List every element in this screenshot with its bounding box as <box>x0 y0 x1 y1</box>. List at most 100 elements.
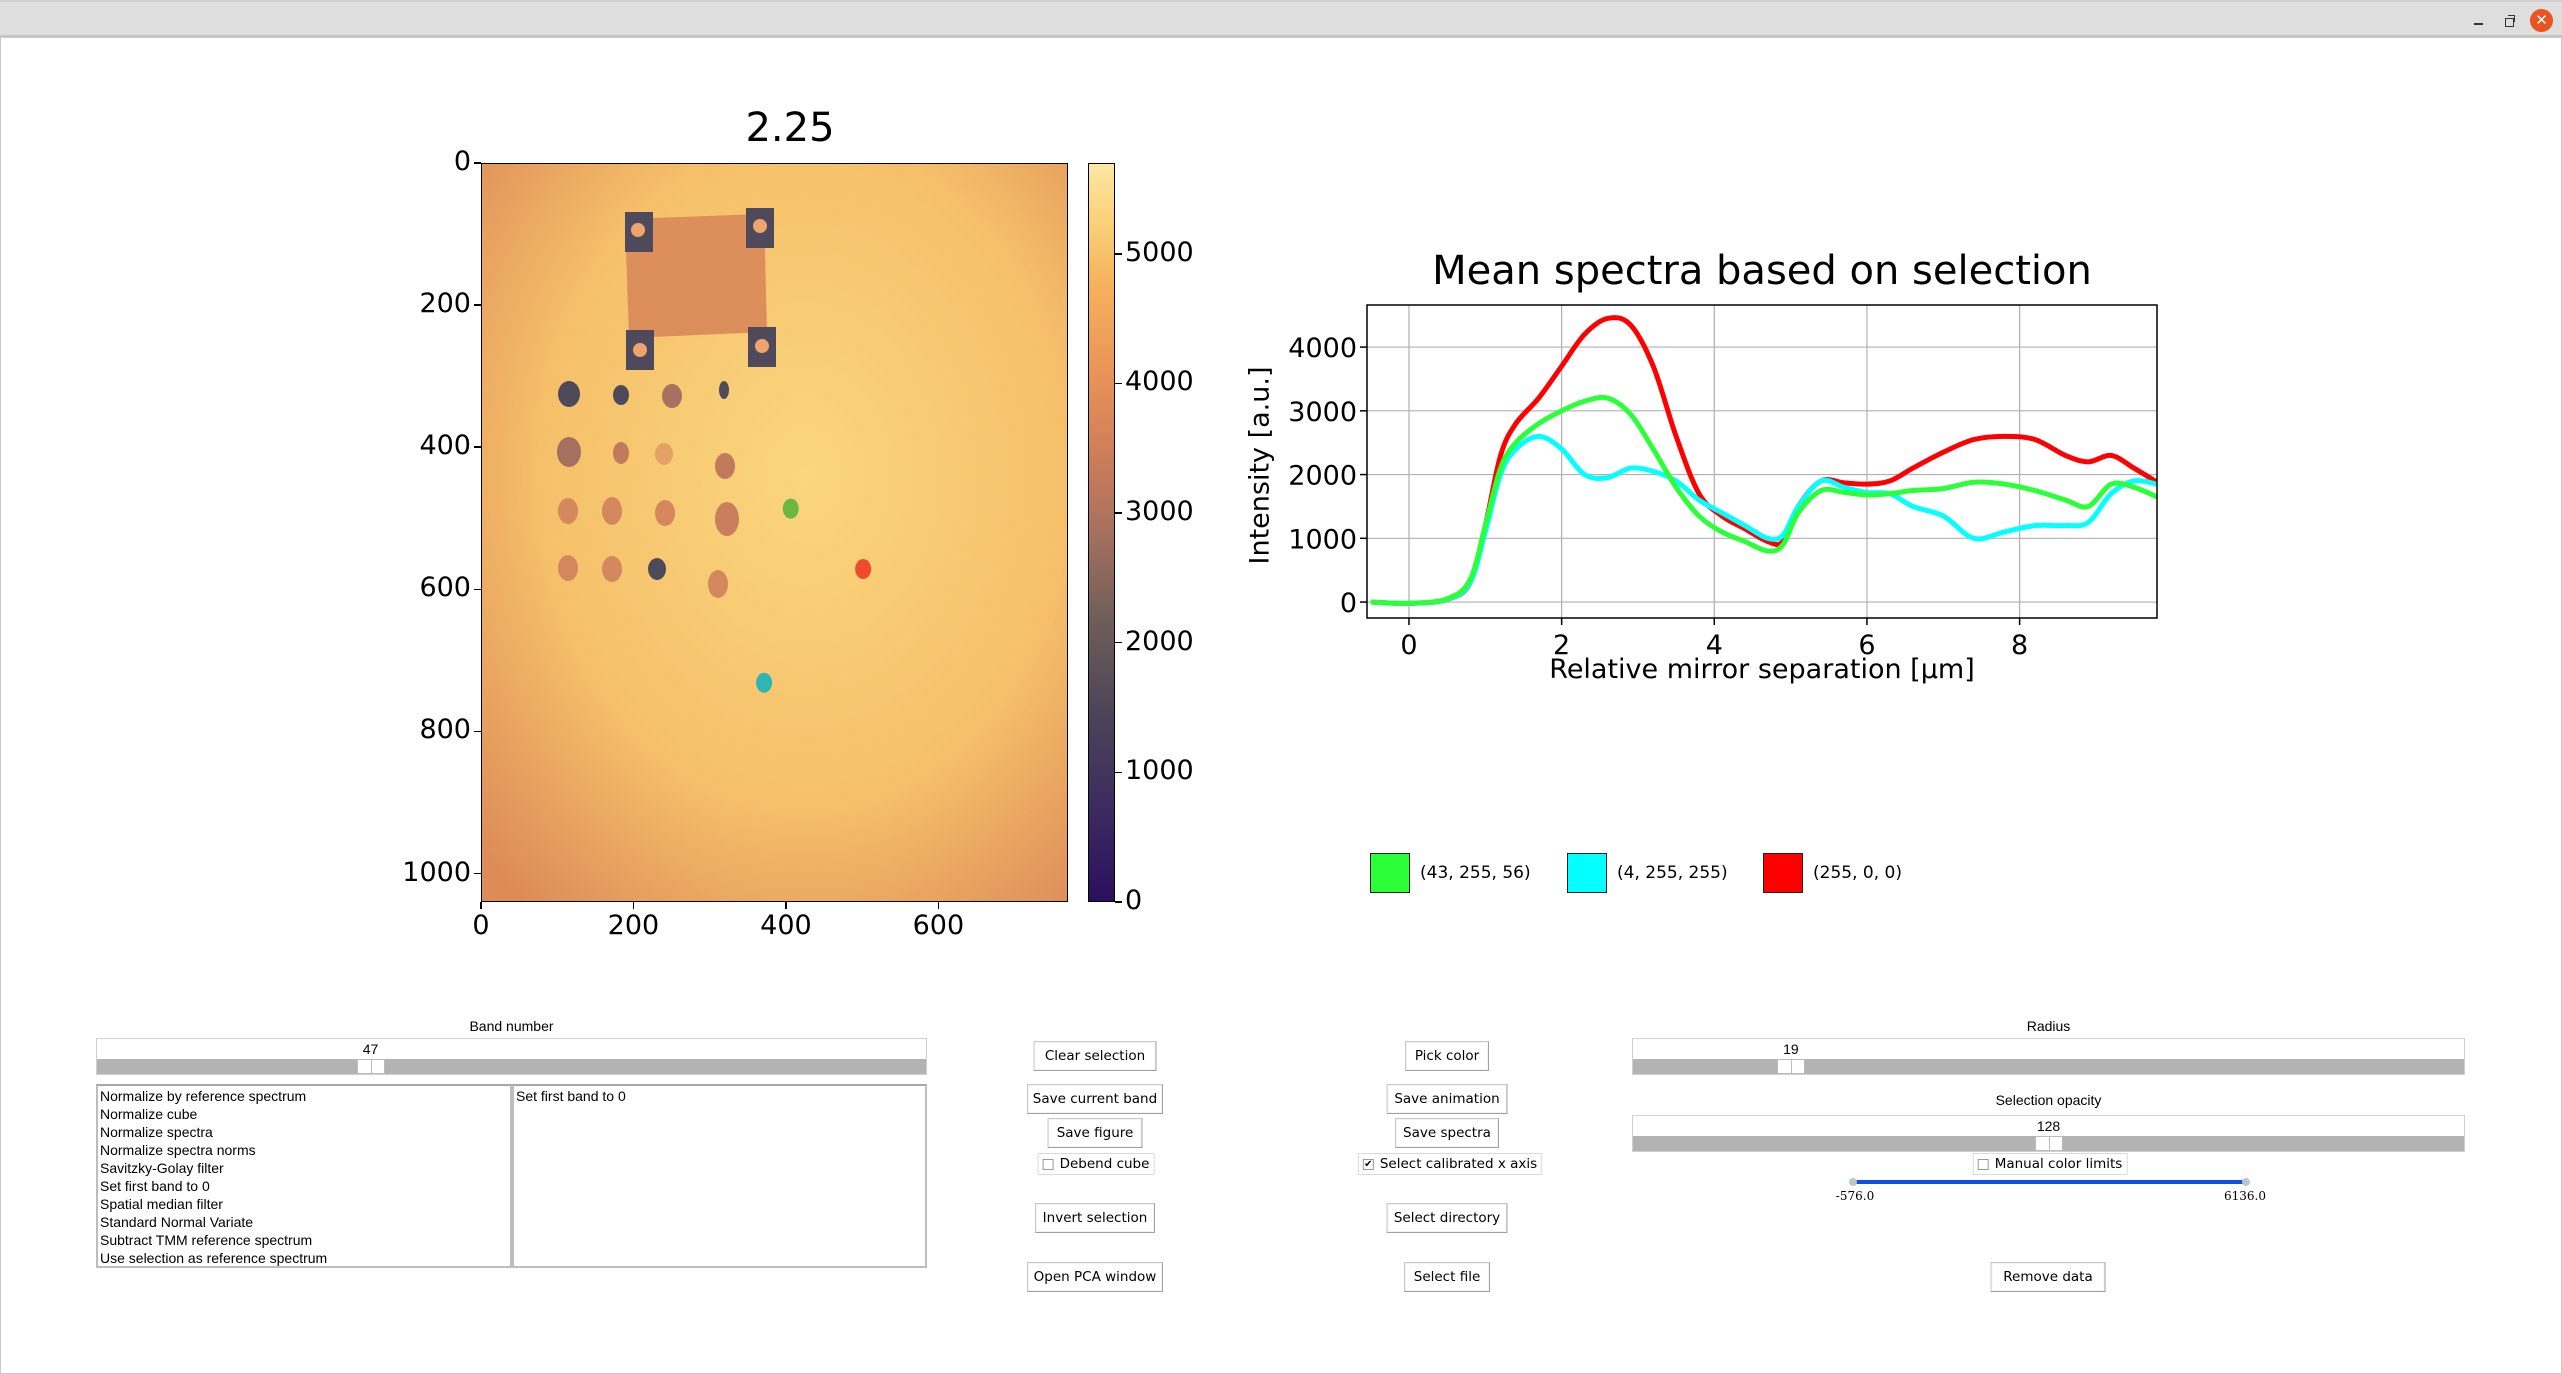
x-tick-label: 200 <box>607 910 660 941</box>
sample-spot <box>613 385 629 405</box>
x-tick-label: 600 <box>912 910 965 941</box>
window-titlebar: ✕ <box>0 0 2562 37</box>
pick-color-button[interactable]: Pick color <box>1405 1041 1489 1071</box>
radius-slider[interactable]: 19 <box>1632 1038 2465 1075</box>
list-item[interactable]: Set first band to 0 <box>516 1087 923 1105</box>
manual-color-limits-label: Manual color limits <box>1994 1156 2123 1172</box>
x-tick-mark <box>937 902 940 909</box>
save-figure-button[interactable]: Save figure <box>1047 1118 1143 1148</box>
minimize-button[interactable] <box>2470 11 2490 31</box>
y-tick-label: 200 <box>419 288 471 320</box>
list-item[interactable]: Normalize spectra norms <box>100 1141 508 1159</box>
sample-spot <box>715 453 735 479</box>
list-item[interactable]: Savitzky-Golay filter <box>100 1159 508 1177</box>
colorbar-tick-label: 4000 <box>1125 366 1194 398</box>
color-range-min-label: -576.0 <box>1835 1189 1875 1203</box>
list-item[interactable]: Normalize by reference spectrum <box>100 1087 508 1105</box>
checkbox-icon: ✔ <box>1362 1158 1374 1170</box>
select-calibrated-x-axis-checkbox[interactable]: ✔ Select calibrated x axis <box>1357 1153 1543 1175</box>
legend-label: (4, 255, 255) <box>1617 863 1728 883</box>
slider-handle[interactable] <box>356 1059 385 1074</box>
x-tick-label: 4 <box>1706 630 1723 655</box>
slider-handle[interactable] <box>2034 1136 2063 1151</box>
colorbar-tick-mark <box>1115 512 1122 514</box>
list-item[interactable]: Subtract TMM reference spectrum <box>100 1231 508 1249</box>
color-range-max-handle[interactable] <box>2242 1178 2250 1186</box>
sample-spot <box>558 555 578 581</box>
maximize-button[interactable] <box>2500 11 2520 31</box>
list-item[interactable]: Standard Normal Variate <box>100 1213 508 1231</box>
plot-frame <box>1366 304 2158 619</box>
save-animation-button[interactable]: Save animation <box>1386 1084 1508 1114</box>
slider-handle[interactable] <box>1776 1059 1805 1074</box>
colorbar <box>1088 163 1115 902</box>
y-tick-mark <box>474 446 481 448</box>
sample-spot <box>708 570 728 598</box>
select-calibrated-label: Select calibrated x axis <box>1379 1156 1538 1172</box>
list-item[interactable]: Normalize cube <box>100 1105 508 1123</box>
colorbar-tick-mark <box>1115 901 1122 903</box>
marker-hole <box>755 339 769 353</box>
clear-selection-button[interactable]: Clear selection <box>1033 1041 1157 1071</box>
save-current-band-button[interactable]: Save current band <box>1027 1084 1163 1114</box>
applied-operations-list[interactable]: Set first band to 0 <box>512 1084 927 1268</box>
legend-swatch <box>1763 853 1803 893</box>
sample-spot <box>648 558 666 580</box>
band-number-label: Band number <box>469 1018 554 1034</box>
band-number-slider[interactable]: 47 <box>96 1038 927 1075</box>
cyan-selection <box>756 672 773 693</box>
marker-hole <box>631 223 645 237</box>
y-tick-mark <box>474 588 481 591</box>
list-item[interactable]: Use selection as reference spectrum <box>100 1249 508 1266</box>
sample-spot <box>715 502 739 536</box>
close-button[interactable]: ✕ <box>2530 9 2553 32</box>
select-directory-button[interactable]: Select directory <box>1386 1203 1508 1233</box>
series-line-red[interactable] <box>1370 315 2157 606</box>
legend-item-green[interactable]: (43, 255, 56) <box>1370 852 1531 894</box>
x-tick-label: 0 <box>1400 630 1417 655</box>
legend-item-red[interactable]: (255, 0, 0) <box>1763 852 1902 894</box>
hyperspectral-image[interactable] <box>481 163 1068 902</box>
y-tick-label: 0 <box>453 146 471 177</box>
checkbox-icon <box>1042 1158 1054 1170</box>
green-selection <box>782 498 799 519</box>
sample-spot <box>655 500 675 526</box>
spectra-chart[interactable]: 0 2 4 6 8 0 1000 2000 3000 4000 <box>1240 295 2180 655</box>
colorbar-tick-label: 2000 <box>1125 625 1194 657</box>
color-range-min-handle[interactable] <box>1849 1178 1857 1186</box>
operations-list[interactable]: Normalize by reference spectrum Normalize… <box>96 1084 512 1268</box>
y-tick-mark <box>474 730 481 733</box>
band-number-value: 47 <box>362 1041 379 1057</box>
open-pca-window-button[interactable]: Open PCA window <box>1027 1262 1163 1292</box>
image-canvas[interactable] <box>482 164 1068 902</box>
sample-spot <box>602 497 622 525</box>
marker-hole <box>633 343 647 357</box>
remove-data-button[interactable]: Remove data <box>1990 1262 2106 1292</box>
x-tick-label: 400 <box>760 910 812 941</box>
image-background <box>482 164 1067 901</box>
color-range-track[interactable] <box>1853 1180 2246 1184</box>
selection-opacity-slider[interactable]: 128 <box>1632 1115 2465 1152</box>
save-spectra-button[interactable]: Save spectra <box>1395 1118 1499 1148</box>
list-item[interactable]: Normalize spectra <box>100 1123 508 1141</box>
slider-track[interactable] <box>97 1059 926 1074</box>
selection-opacity-label: Selection opacity <box>1995 1092 2102 1108</box>
list-item[interactable]: Set first band to 0 <box>100 1177 508 1195</box>
marker-hole <box>753 219 767 233</box>
image-title: 2.25 <box>745 105 835 151</box>
select-file-button[interactable]: Select file <box>1404 1262 1490 1292</box>
y-tick-mark <box>474 304 481 306</box>
colorbar-tick-mark <box>1115 641 1122 644</box>
list-item[interactable]: Spatial median filter <box>100 1195 508 1213</box>
debend-cube-checkbox[interactable]: Debend cube <box>1037 1153 1155 1175</box>
sample-spot <box>558 498 578 524</box>
legend-item-cyan[interactable]: (4, 255, 255) <box>1567 852 1728 894</box>
y-tick-label: 3000 <box>1288 397 1357 428</box>
y-tick-label: 1000 <box>1288 524 1357 555</box>
manual-color-limits-checkbox[interactable]: Manual color limits <box>1972 1153 2128 1175</box>
x-tick-label: 0 <box>472 910 490 941</box>
invert-selection-button[interactable]: Invert selection <box>1035 1203 1155 1233</box>
y-tick-label: 800 <box>419 714 471 746</box>
slider-track[interactable] <box>1633 1059 2464 1074</box>
x-tick-label: 2 <box>1553 630 1570 655</box>
